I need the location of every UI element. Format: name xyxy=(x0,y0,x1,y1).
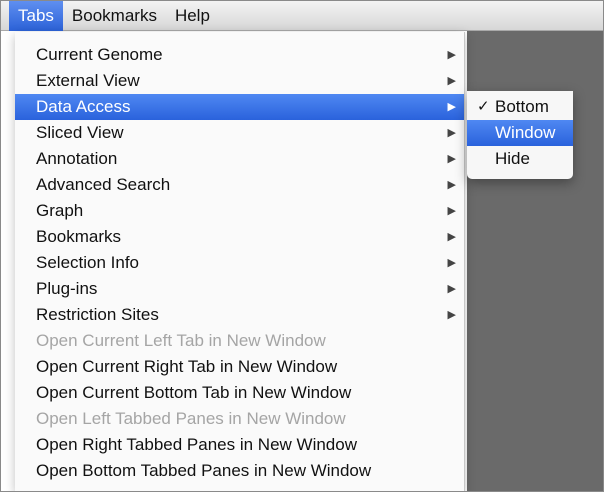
submenu-item-hide[interactable]: Hide xyxy=(467,146,573,172)
submenu-arrow-icon: ▶ xyxy=(447,49,456,61)
menu-item-label: Sliced View xyxy=(36,123,124,142)
menubar-help[interactable]: Help xyxy=(166,1,219,31)
submenu-arrow-icon: ▶ xyxy=(447,205,456,217)
menu-bar: Tabs Bookmarks Help xyxy=(1,1,603,31)
menu-item-label: Bookmarks xyxy=(36,227,122,246)
menu-item-current-genome[interactable]: Current Genome ▶ xyxy=(15,42,464,68)
menu-item-open-current-bottom-tab-in-new-window[interactable]: Open Current Bottom Tab in New Window xyxy=(15,380,464,406)
menu-item-label: Open Bottom Tabbed Panes in New Window xyxy=(36,461,372,480)
submenu-arrow-icon: ▶ xyxy=(447,309,456,321)
menu-item-label: Restriction Sites xyxy=(36,305,159,324)
menu-item-label: Annotation xyxy=(36,149,118,168)
submenu-arrow-icon: ▶ xyxy=(447,283,456,295)
menu-item-open-left-tabbed-panes-in-new-window: Open Left Tabbed Panes in New Window xyxy=(15,406,464,432)
menu-item-open-current-right-tab-in-new-window[interactable]: Open Current Right Tab in New Window xyxy=(15,354,464,380)
menubar-tabs[interactable]: Tabs xyxy=(9,1,63,31)
menu-item-advanced-search[interactable]: Advanced Search ▶ xyxy=(15,172,464,198)
menu-item-bookmarks[interactable]: Bookmarks ▶ xyxy=(15,224,464,250)
menubar-bookmarks[interactable]: Bookmarks xyxy=(63,1,166,31)
menu-item-plug-ins[interactable]: Plug-ins ▶ xyxy=(15,276,464,302)
menu-item-sliced-view[interactable]: Sliced View ▶ xyxy=(15,120,464,146)
menu-item-label: Data Access xyxy=(36,97,131,116)
menu-item-open-bottom-tabbed-panes-in-new-window[interactable]: Open Bottom Tabbed Panes in New Window xyxy=(15,458,464,484)
menu-item-label: Plug-ins xyxy=(36,279,98,298)
submenu-item-label: Hide xyxy=(495,149,530,168)
menu-item-label: Graph xyxy=(36,201,84,220)
submenu-arrow-icon: ▶ xyxy=(447,231,456,243)
menu-item-label: Selection Info xyxy=(36,253,140,272)
menu-item-open-current-left-tab-in-new-window: Open Current Left Tab in New Window xyxy=(15,328,464,354)
menu-item-label: Open Right Tabbed Panes in New Window xyxy=(36,435,357,454)
menu-item-label: Open Current Left Tab in New Window xyxy=(36,331,326,350)
menu-item-selection-info[interactable]: Selection Info ▶ xyxy=(15,250,464,276)
menu-item-label: Open Left Tabbed Panes in New Window xyxy=(36,409,346,428)
screenshot-frame: Tabs Bookmarks Help Current Genome ▶ Externa… xyxy=(0,0,604,492)
submenu-item-label: Window xyxy=(495,123,556,142)
menu-item-graph[interactable]: Graph ▶ xyxy=(15,198,464,224)
submenu-arrow-icon: ▶ xyxy=(447,127,456,139)
submenu-arrow-icon: ▶ xyxy=(447,101,456,113)
menu-item-label: External View xyxy=(36,71,140,90)
check-icon: ✓ xyxy=(477,98,490,115)
menu-item-open-right-tabbed-panes-in-new-window[interactable]: Open Right Tabbed Panes in New Window xyxy=(15,432,464,458)
menu-item-label: Current Genome xyxy=(36,45,163,64)
menu-item-label: Open Current Right Tab in New Window xyxy=(36,357,338,376)
menu-item-external-view[interactable]: External View ▶ xyxy=(15,68,464,94)
submenu-arrow-icon: ▶ xyxy=(447,153,456,165)
submenu-arrow-icon: ▶ xyxy=(447,75,456,87)
tabs-menu: Current Genome ▶ External View ▶ Data Access… xyxy=(15,32,465,491)
menu-item-annotation[interactable]: Annotation ▶ xyxy=(15,146,464,172)
submenu-arrow-icon: ▶ xyxy=(447,179,456,191)
menu-item-restriction-sites[interactable]: Restriction Sites ▶ xyxy=(15,302,464,328)
submenu-item-window[interactable]: Window xyxy=(467,120,573,146)
menu-item-label: Advanced Search xyxy=(36,175,171,194)
submenu-item-bottom[interactable]: ✓ Bottom xyxy=(467,94,573,120)
data-access-submenu: ✓ Bottom Window Hide xyxy=(467,91,573,179)
menu-item-label: Open Current Bottom Tab in New Window xyxy=(36,383,352,402)
submenu-arrow-icon: ▶ xyxy=(447,257,456,269)
submenu-item-label: Bottom xyxy=(495,97,549,116)
menu-item-data-access[interactable]: Data Access ▶ xyxy=(15,94,464,120)
